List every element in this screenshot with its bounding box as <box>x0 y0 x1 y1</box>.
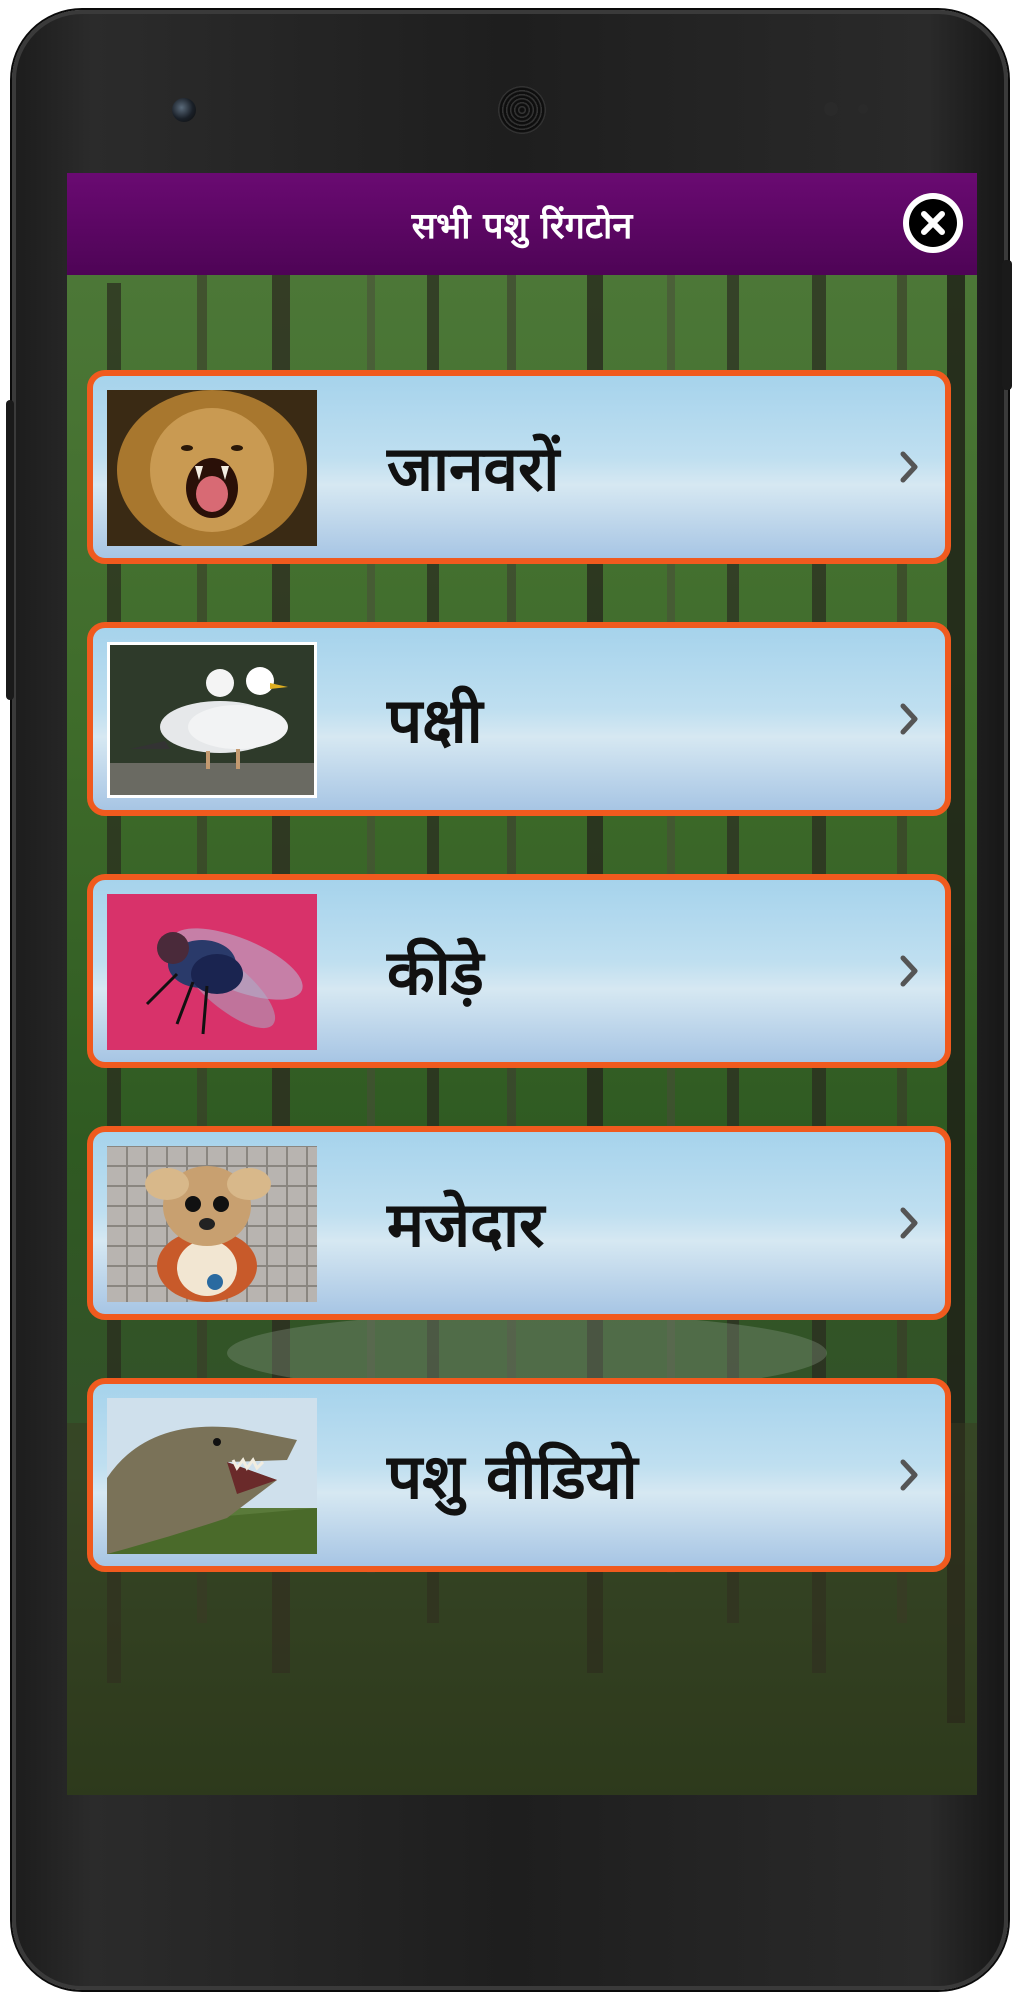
light-sensor <box>858 104 868 114</box>
seagulls-image <box>107 642 317 798</box>
menu-item-label: मजेदार <box>387 1188 545 1261</box>
phone-frame: सभी पशु रिंगटोन जानवरों पक्षी कीड़े मजेद… <box>6 10 1012 1990</box>
fly-image <box>107 894 317 1050</box>
close-icon <box>909 199 957 247</box>
power-button <box>1002 260 1012 390</box>
menu-item-animals[interactable]: जानवरों <box>87 370 951 564</box>
close-button[interactable] <box>903 193 963 253</box>
menu-item-insects[interactable]: कीड़े <box>87 874 951 1068</box>
chevron-right-icon <box>900 1207 918 1239</box>
menu-item-label: पक्षी <box>387 684 483 757</box>
lion-image <box>107 390 317 546</box>
front-camera <box>172 98 196 122</box>
volume-button <box>6 400 14 700</box>
menu-item-birds[interactable]: पक्षी <box>87 622 951 816</box>
dog-costume-image <box>107 1146 317 1302</box>
menu-item-videos[interactable]: पशु वीडियो <box>87 1378 951 1572</box>
dinosaur-image <box>107 1398 317 1554</box>
menu-item-label: जानवरों <box>387 432 560 505</box>
chevron-right-icon <box>900 955 918 987</box>
earpiece-speaker <box>498 86 546 134</box>
menu-item-label: पशु वीडियो <box>387 1440 638 1513</box>
chevron-right-icon <box>900 703 918 735</box>
page-title: सभी पशु रिंगटोन <box>411 205 633 247</box>
menu-item-label: कीड़े <box>387 936 484 1009</box>
chevron-right-icon <box>900 451 918 483</box>
menu-item-funny[interactable]: मजेदार <box>87 1126 951 1320</box>
app-screen: सभी पशु रिंगटोन जानवरों पक्षी कीड़े मजेद… <box>67 173 977 1795</box>
chevron-right-icon <box>900 1459 918 1491</box>
proximity-sensor <box>824 102 838 116</box>
title-bar: सभी पशु रिंगटोन <box>67 173 977 275</box>
